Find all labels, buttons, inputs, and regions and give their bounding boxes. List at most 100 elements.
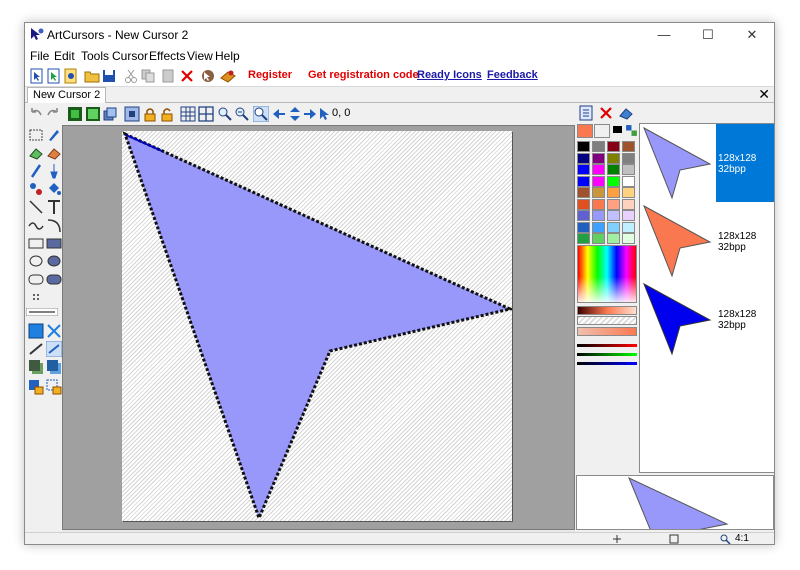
- opaque-mode-icon[interactable]: [28, 323, 44, 339]
- save-icon[interactable]: [101, 68, 117, 84]
- rectangle-icon[interactable]: [28, 235, 44, 251]
- fill-bucket-icon[interactable]: [46, 181, 62, 197]
- move-up-down-icon[interactable]: [287, 106, 303, 122]
- palette-swatch[interactable]: [577, 221, 590, 233]
- palette-swatch[interactable]: [607, 164, 620, 175]
- filled-rectangle-icon[interactable]: [46, 235, 62, 251]
- registration-icon[interactable]: [220, 68, 236, 84]
- cursor-format-item[interactable]: 128x128 32bpp: [640, 202, 774, 280]
- palette-swatch[interactable]: [577, 187, 590, 198]
- filled-ellipse-icon[interactable]: [46, 253, 62, 269]
- feedback-link[interactable]: Feedback: [487, 69, 538, 81]
- get-registration-code-link[interactable]: Get registration code: [308, 69, 419, 81]
- undo-icon[interactable]: [28, 106, 44, 122]
- antialias-off-icon[interactable]: [28, 341, 44, 357]
- minimize-button[interactable]: —: [642, 23, 686, 47]
- shadow-icon[interactable]: [28, 359, 44, 375]
- menu-tools[interactable]: Tools: [81, 49, 109, 63]
- cursor-format-item[interactable]: 128x128 32bpp: [640, 280, 774, 358]
- blue-channel-slider[interactable]: [577, 362, 637, 365]
- eraser-icon[interactable]: [28, 145, 44, 161]
- menu-view[interactable]: View: [187, 49, 213, 63]
- rounded-rect-icon[interactable]: [28, 271, 44, 287]
- palette-settings-icon[interactable]: [578, 105, 594, 121]
- menu-file[interactable]: File: [30, 49, 49, 63]
- hotspot-lock-icon[interactable]: [142, 106, 158, 122]
- cursor-library-icon[interactable]: [200, 68, 216, 84]
- palette-swatch[interactable]: [622, 141, 635, 152]
- palette-swatch[interactable]: [607, 233, 620, 244]
- copy-icon[interactable]: [140, 68, 156, 84]
- zoom-out-icon[interactable]: [234, 106, 250, 122]
- spray-icon[interactable]: [28, 181, 44, 197]
- line-width-selector[interactable]: [26, 308, 58, 316]
- new-icon-file-icon[interactable]: [63, 68, 79, 84]
- palette-swatch[interactable]: [592, 210, 605, 221]
- palette-swatch[interactable]: [592, 175, 605, 187]
- transparent-mode-icon[interactable]: [46, 323, 62, 339]
- zoom-in-icon[interactable]: [217, 106, 233, 122]
- frame-green-alt-icon[interactable]: [85, 106, 101, 122]
- pencil-icon[interactable]: [46, 127, 62, 143]
- new-animated-icon[interactable]: [46, 68, 62, 84]
- remove-color-icon[interactable]: [598, 105, 614, 121]
- palette-swatch[interactable]: [607, 141, 620, 152]
- palette-swatch[interactable]: [577, 141, 590, 152]
- arc-icon[interactable]: [46, 217, 62, 233]
- palette-swatch[interactable]: [577, 152, 590, 164]
- palette-swatch[interactable]: [607, 221, 620, 233]
- palette-swatch[interactable]: [592, 198, 605, 210]
- drawing-canvas[interactable]: [122, 131, 512, 521]
- palette-swatch[interactable]: [592, 164, 605, 175]
- palette-swatch[interactable]: [577, 198, 590, 210]
- palette-swatch[interactable]: [622, 210, 635, 221]
- palette-swatch[interactable]: [607, 152, 620, 164]
- layers-icon[interactable]: [102, 106, 118, 122]
- red-channel-slider[interactable]: [577, 344, 637, 347]
- palette-swatch[interactable]: [622, 164, 635, 175]
- new-cursor-icon[interactable]: [29, 68, 45, 84]
- palette-swatch[interactable]: [577, 164, 590, 175]
- palette-swatch[interactable]: [592, 141, 605, 152]
- shadow-alt-icon[interactable]: [46, 359, 62, 375]
- foreground-color-swatch[interactable]: [577, 124, 593, 138]
- shade-gradient-slider[interactable]: [577, 306, 637, 315]
- palette-swatch[interactable]: [622, 152, 635, 164]
- palette-swatch[interactable]: [622, 198, 635, 210]
- brush-size-icon[interactable]: [28, 289, 44, 305]
- move-right-icon[interactable]: [302, 106, 318, 122]
- hotspot-unlock-icon[interactable]: [159, 106, 175, 122]
- palette-swatch[interactable]: [622, 187, 635, 198]
- frame-green-icon[interactable]: [67, 106, 83, 122]
- menu-edit[interactable]: Edit: [54, 49, 75, 63]
- text-tool-icon[interactable]: [46, 199, 62, 215]
- unlock-layer-icon[interactable]: [46, 379, 62, 395]
- filled-rounded-rect-icon[interactable]: [46, 271, 62, 287]
- palette-swatch[interactable]: [607, 210, 620, 221]
- open-folder-icon[interactable]: [84, 68, 100, 84]
- palette-swatch[interactable]: [592, 152, 605, 164]
- brush-icon[interactable]: [28, 163, 44, 179]
- hotspot-tool-icon[interactable]: [317, 106, 333, 122]
- antialias-on-icon[interactable]: [46, 341, 62, 357]
- delete-icon[interactable]: [179, 68, 195, 84]
- paste-icon[interactable]: [160, 68, 176, 84]
- menu-effects[interactable]: Effects: [149, 49, 185, 63]
- palette-swatch[interactable]: [592, 233, 605, 244]
- palette-swatch[interactable]: [607, 198, 620, 210]
- background-color-swatch[interactable]: [594, 124, 610, 138]
- palette-swatch[interactable]: [607, 187, 620, 198]
- palette-swatch[interactable]: [577, 210, 590, 221]
- alpha-gradient-slider[interactable]: [577, 316, 637, 325]
- green-channel-slider[interactable]: [577, 353, 637, 356]
- line-icon[interactable]: [28, 199, 44, 215]
- inverse-color-icon[interactable]: [625, 124, 638, 137]
- grid-fine-icon[interactable]: [198, 106, 214, 122]
- rect-select-icon[interactable]: [28, 127, 44, 143]
- palette-swatch[interactable]: [592, 221, 605, 233]
- palette-swatch[interactable]: [622, 221, 635, 233]
- palette-swatch[interactable]: [592, 187, 605, 198]
- menu-help[interactable]: Help: [215, 49, 240, 63]
- ellipse-icon[interactable]: [28, 253, 44, 269]
- palette-swatch[interactable]: [622, 233, 635, 244]
